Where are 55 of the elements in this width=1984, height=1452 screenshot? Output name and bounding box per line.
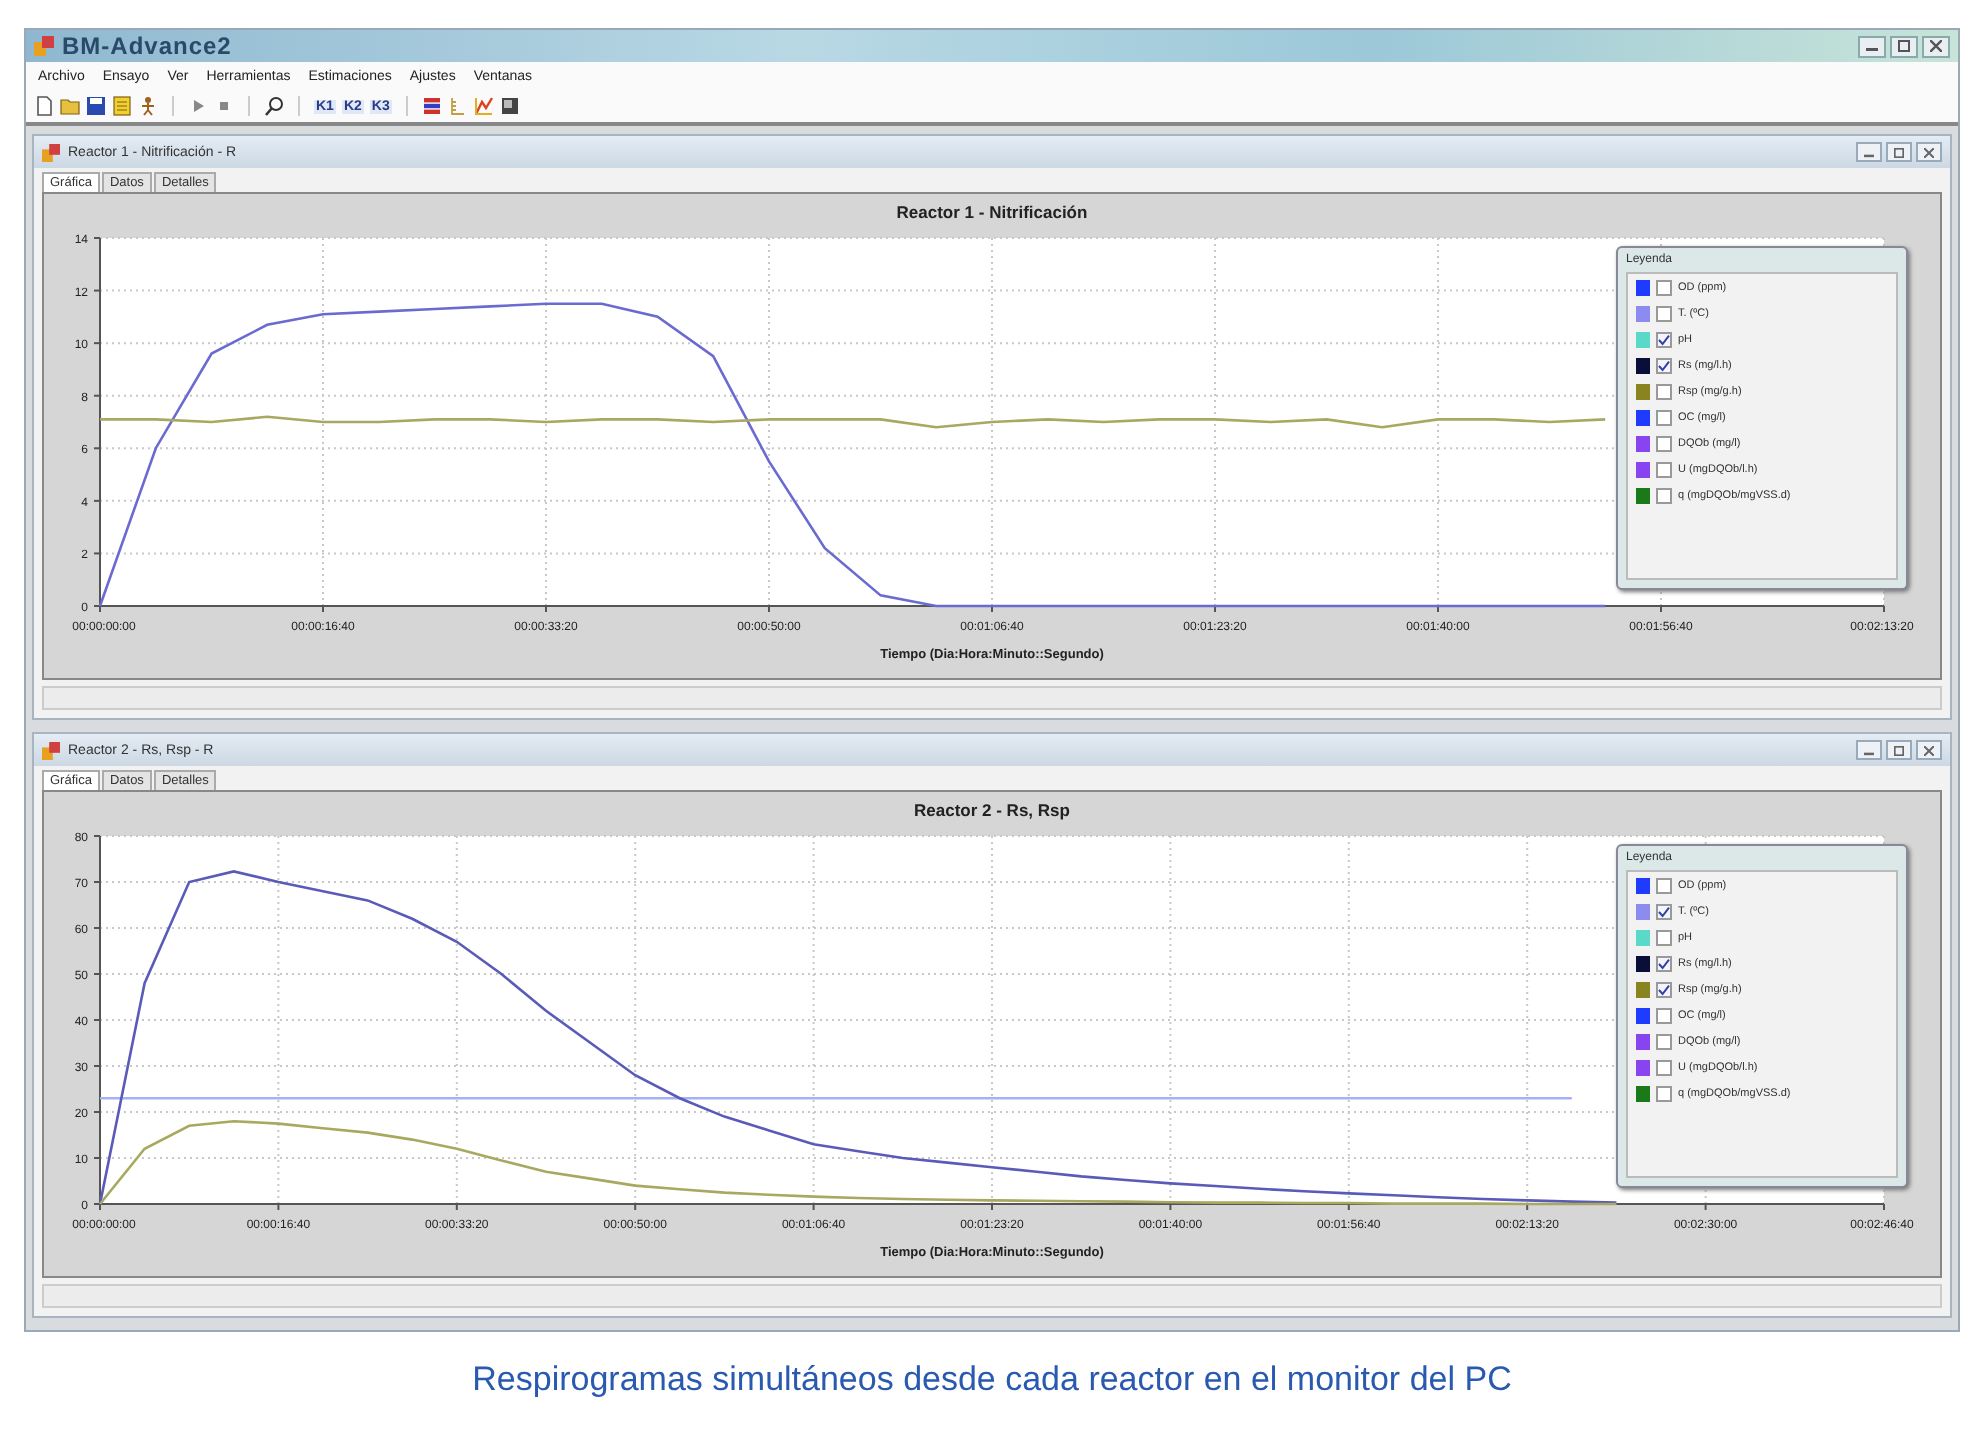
checkbox[interactable] [1656, 332, 1672, 348]
caption: Respirogramas simultáneos desde cada reactor en el monitor del PC [470, 1360, 1514, 1400]
app-icon [42, 143, 60, 161]
checkbox[interactable] [1656, 410, 1672, 426]
close-button[interactable] [1916, 740, 1942, 760]
maximize-button[interactable] [1886, 142, 1912, 162]
app-icon [42, 741, 60, 759]
close-button[interactable] [1922, 35, 1950, 57]
minimize-button[interactable] [1858, 35, 1886, 57]
maximize-icon [1898, 40, 1910, 52]
stop-icon[interactable] [214, 96, 234, 116]
checkbox[interactable] [1656, 956, 1672, 972]
image-icon[interactable] [499, 96, 520, 116]
maximize-icon [1894, 147, 1904, 157]
check-icon [1658, 334, 1670, 346]
check-icon [1658, 958, 1670, 970]
bars-icon[interactable] [421, 96, 442, 116]
checkbox[interactable] [1656, 384, 1672, 400]
checkbox[interactable] [1656, 1008, 1672, 1024]
window-title: BM-Advance2 [62, 32, 232, 60]
checkbox[interactable] [1656, 462, 1672, 478]
check-icon [1658, 906, 1670, 918]
search-icon[interactable] [264, 96, 284, 116]
close-button[interactable] [1916, 142, 1942, 162]
minimize-button[interactable] [1856, 142, 1882, 162]
save-icon[interactable] [86, 96, 106, 116]
checkbox[interactable] [1656, 1060, 1672, 1076]
checkbox[interactable] [1656, 488, 1672, 504]
chart-title: Reactor 2 - Rs, Rsp [914, 800, 1070, 820]
chart-icon[interactable] [473, 96, 494, 116]
maximize-button[interactable] [1890, 35, 1918, 57]
maximize-icon [1894, 745, 1904, 755]
checkbox[interactable] [1656, 904, 1672, 920]
checkbox[interactable] [1656, 878, 1672, 894]
close-icon [1924, 147, 1934, 157]
app-icon [34, 36, 54, 56]
checkbox[interactable] [1656, 436, 1672, 452]
minimize-button[interactable] [1856, 740, 1882, 760]
check-icon [1658, 984, 1670, 996]
figure-icon[interactable] [138, 96, 158, 116]
folder-icon[interactable] [60, 96, 80, 116]
checkbox[interactable] [1656, 1034, 1672, 1050]
close-icon [1930, 40, 1942, 52]
play-icon[interactable] [188, 96, 208, 116]
check-icon [1658, 360, 1670, 372]
new-document-icon[interactable] [34, 96, 54, 116]
checkbox[interactable] [1656, 306, 1672, 322]
checkbox[interactable] [1656, 1086, 1672, 1102]
maximize-button[interactable] [1886, 740, 1912, 760]
chart-title: Reactor 1 - Nitrificación [896, 202, 1088, 222]
checkbox[interactable] [1656, 930, 1672, 946]
checkbox[interactable] [1656, 280, 1672, 296]
checkbox[interactable] [1656, 982, 1672, 998]
checkbox[interactable] [1656, 358, 1672, 374]
close-icon [1924, 745, 1934, 755]
